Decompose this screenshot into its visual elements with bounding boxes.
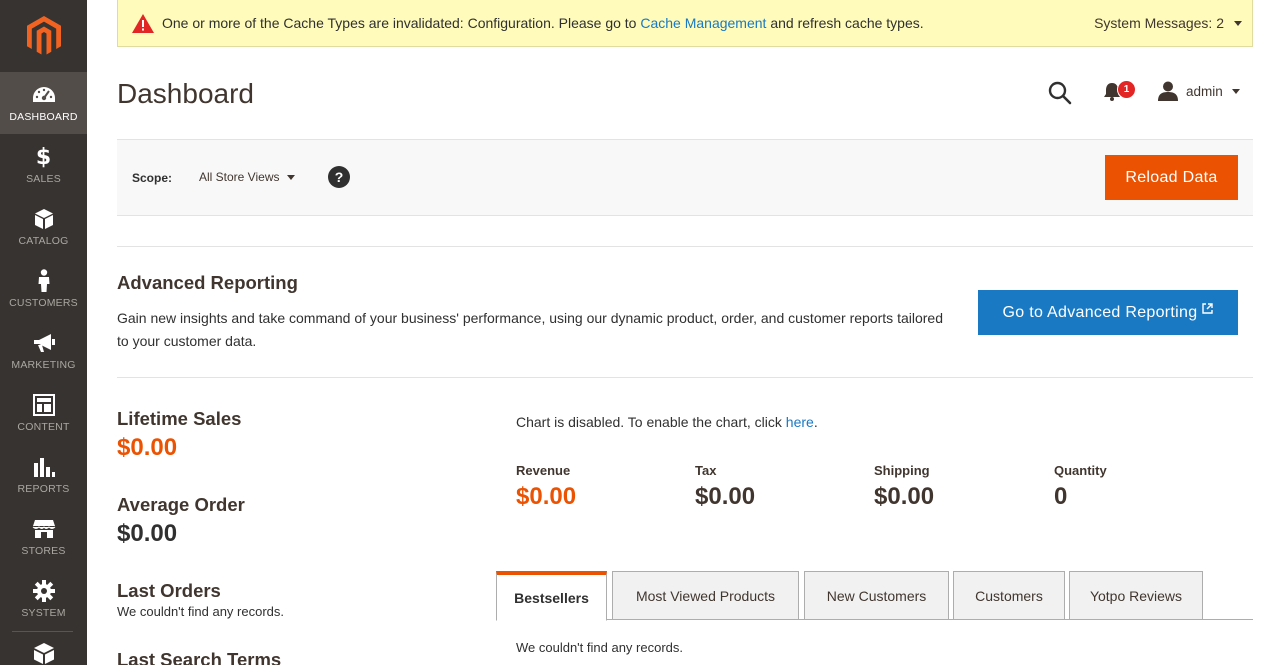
last-search-terms-label: Last Search Terms	[117, 649, 282, 665]
magento-logo[interactable]	[0, 0, 87, 72]
chevron-down-icon	[1231, 88, 1240, 94]
advanced-reporting-description: Gain new insights and take command of yo…	[117, 310, 943, 349]
total-tax: Tax $0.00	[695, 463, 755, 511]
nav-customers-label: Customers	[9, 297, 78, 309]
dollar-icon: $	[35, 144, 52, 170]
system-message-text: One or more of the Cache Types are inval…	[162, 15, 924, 31]
section-divider	[117, 377, 1253, 378]
total-tax-value: $0.00	[695, 483, 756, 510]
total-quantity-label: Quantity	[1054, 463, 1107, 478]
scope-label: Scope:	[132, 171, 173, 185]
tab-customers[interactable]: Customers	[953, 571, 1065, 620]
tab-content-empty-note: We couldn't find any records.	[516, 640, 683, 655]
chart-message-text: Chart is disabled. To enable the chart, …	[516, 414, 786, 430]
chevron-down-icon	[287, 174, 296, 180]
nav-stores-label: Stores	[21, 545, 66, 557]
system-messages-toggle[interactable]: System Messages: 2	[1094, 0, 1242, 46]
layout-icon	[32, 393, 56, 417]
nav-sales-label: Sales	[26, 173, 61, 185]
nav-reports-label: Reports	[17, 483, 70, 495]
last-orders-label: Last Orders	[117, 580, 221, 601]
admin-username: admin	[1186, 83, 1223, 99]
gear-icon	[32, 579, 56, 603]
system-messages-count: System Messages: 2	[1094, 15, 1224, 31]
system-message-bar: One or more of the Cache Types are inval…	[117, 0, 1253, 47]
total-tax-label: Tax	[695, 463, 717, 478]
chart-disabled-message: Chart is disabled. To enable the chart, …	[516, 414, 818, 430]
bar-chart-icon	[32, 455, 56, 479]
nav-system[interactable]: System	[0, 568, 87, 630]
nav-system-label: System	[21, 607, 66, 619]
lifetime-sales-label: Lifetime Sales	[117, 408, 242, 429]
nav-partners[interactable]	[0, 636, 87, 665]
nav-dashboard[interactable]: Dashboard	[0, 72, 87, 134]
message-text-after: and refresh cache types.	[766, 15, 924, 31]
scope-toolbar: Scope: All Store Views ? Reload Data	[117, 139, 1253, 216]
dashboard-icon	[32, 83, 56, 107]
tab-new-customers[interactable]: New Customers	[804, 571, 949, 620]
go-to-advanced-reporting-button[interactable]: Go to Advanced Reporting	[978, 290, 1238, 335]
average-order-value: $0.00	[117, 520, 178, 547]
nav-catalog[interactable]: Catalog	[0, 196, 87, 258]
total-revenue: Revenue $0.00	[516, 463, 576, 511]
search-icon	[1048, 81, 1072, 105]
average-order-label: Average Order	[117, 494, 245, 515]
tab-yotpo-reviews[interactable]: Yotpo Reviews	[1069, 571, 1203, 620]
cache-management-link[interactable]: Cache Management	[640, 15, 766, 31]
last-orders-empty-note: We couldn't find any records.	[117, 604, 284, 619]
page-title: Dashboard	[117, 78, 254, 109]
nav-dashboard-label: Dashboard	[9, 111, 78, 123]
tab-most-viewed-products[interactable]: Most Viewed Products	[612, 571, 799, 620]
warning-icon	[132, 13, 154, 33]
total-shipping-value: $0.00	[874, 483, 935, 510]
message-text-before: One or more of the Cache Types are inval…	[162, 15, 641, 31]
total-shipping-label: Shipping	[874, 463, 930, 478]
total-revenue-value: $0.00	[516, 483, 577, 510]
advanced-reporting-button-label: Go to Advanced Reporting	[1002, 303, 1198, 321]
section-divider	[117, 246, 1253, 247]
chart-message-end: .	[813, 414, 818, 430]
person-icon	[32, 269, 56, 293]
nav-content-label: Content	[17, 421, 70, 433]
store-icon	[32, 517, 56, 541]
nav-marketing-label: Marketing	[11, 359, 76, 371]
external-link-icon	[1202, 303, 1214, 314]
megaphone-icon	[32, 331, 56, 355]
admin-sidebar: Dashboard $ Sales Catalog Customers Mark…	[0, 0, 87, 665]
store-view-switcher[interactable]: All Store Views	[199, 170, 296, 184]
nav-content[interactable]: Content	[0, 382, 87, 444]
total-revenue-label: Revenue	[516, 463, 571, 478]
admin-user-menu[interactable]: admin	[1158, 80, 1240, 102]
tab-bestsellers[interactable]: Bestsellers	[496, 571, 607, 621]
nav-reports[interactable]: Reports	[0, 444, 87, 506]
nav-marketing[interactable]: Marketing	[0, 320, 87, 382]
nav-customers[interactable]: Customers	[0, 258, 87, 320]
nav-stores[interactable]: Stores	[0, 506, 87, 568]
total-quantity: Quantity 0	[1054, 463, 1107, 511]
total-shipping: Shipping $0.00	[874, 463, 934, 511]
partners-box-icon	[32, 642, 56, 664]
total-quantity-value: 0	[1054, 483, 1068, 510]
notifications-badge: 1	[1117, 80, 1136, 99]
nav-catalog-label: Catalog	[18, 235, 69, 247]
store-view-selected: All Store Views	[199, 170, 280, 184]
reload-data-button[interactable]: Reload Data	[1105, 155, 1238, 200]
nav-divider	[12, 631, 73, 632]
box-icon	[32, 207, 56, 231]
advanced-reporting-title: Advanced Reporting	[117, 272, 298, 293]
nav-sales[interactable]: $ Sales	[0, 134, 87, 196]
user-icon	[1158, 81, 1178, 101]
global-search-button[interactable]	[1048, 81, 1072, 110]
chevron-down-icon	[1234, 20, 1242, 26]
scope-help-icon[interactable]: ?	[328, 166, 350, 188]
lifetime-sales-value: $0.00	[117, 434, 178, 461]
enable-chart-link[interactable]: here	[786, 414, 814, 430]
